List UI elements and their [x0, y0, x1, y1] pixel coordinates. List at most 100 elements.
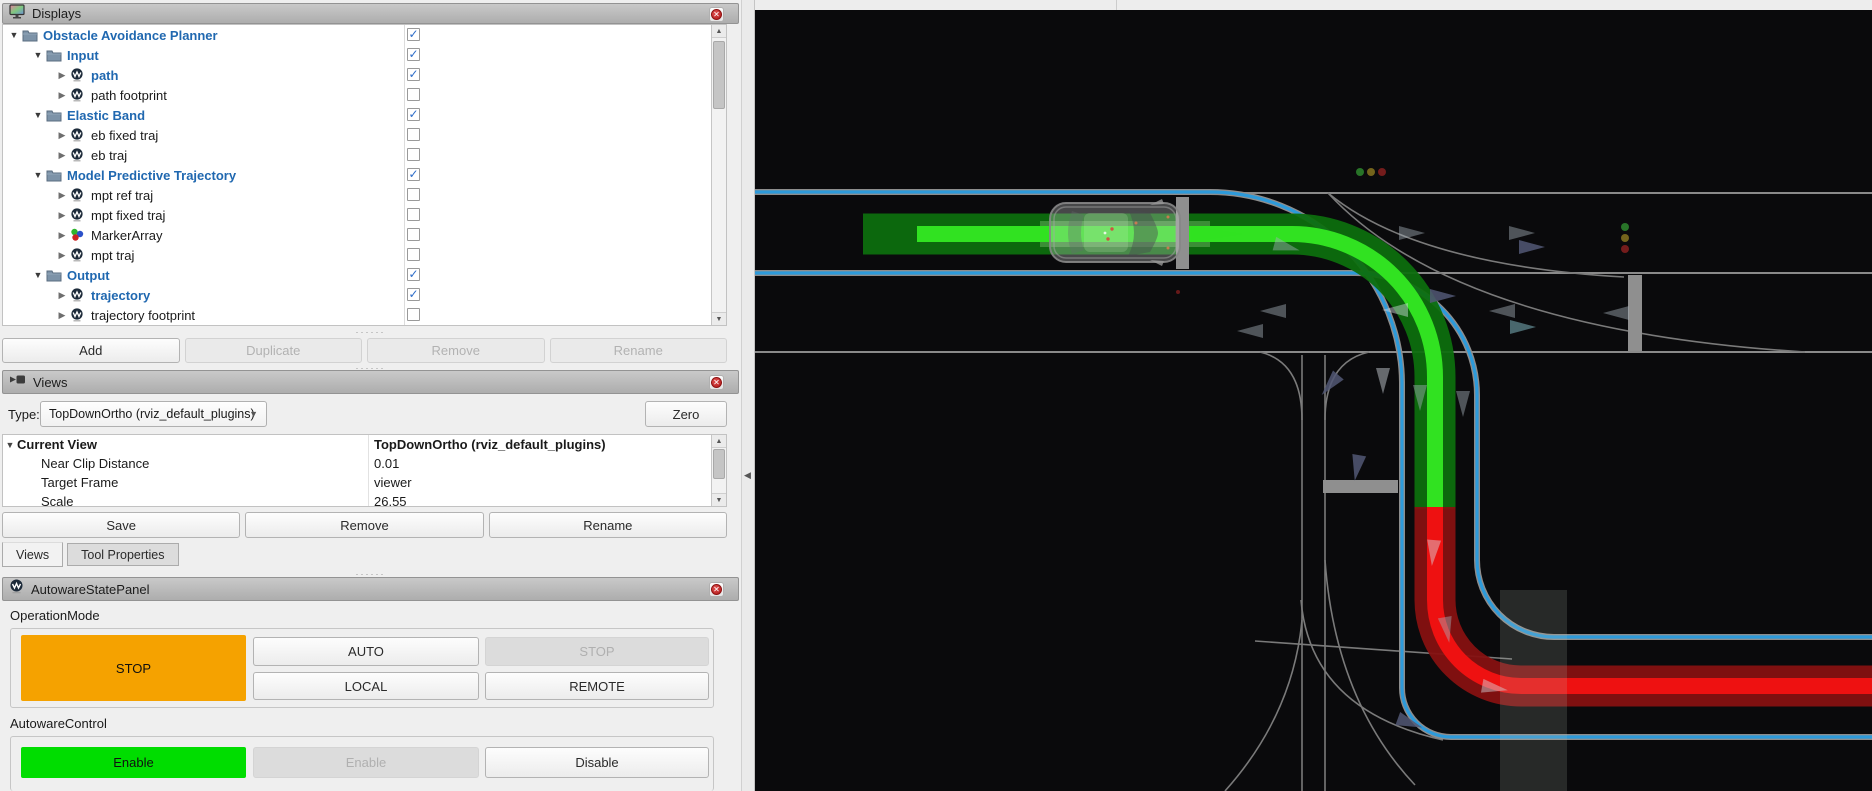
display-enabled-checkbox[interactable]: [407, 228, 420, 241]
property-row[interactable]: ▼Current ViewTopDownOrtho (rviz_default_…: [3, 435, 726, 454]
display-enabled-checkbox[interactable]: ✓: [407, 48, 420, 61]
property-value[interactable]: 0.01: [368, 456, 713, 471]
collapse-arrow-icon[interactable]: ▶: [56, 90, 68, 101]
views-panel-header[interactable]: Views ✕: [2, 370, 739, 394]
display-tree-row[interactable]: ▼Elastic Band✓: [3, 105, 726, 125]
display-enabled-checkbox[interactable]: [407, 248, 420, 261]
display-enabled-checkbox[interactable]: ✓: [407, 268, 420, 281]
property-row[interactable]: Near Clip Distance0.01: [3, 454, 726, 473]
views-table-scrollbar[interactable]: ▲ ▼: [711, 435, 726, 506]
tab-tool-properties[interactable]: Tool Properties: [67, 543, 178, 566]
property-value[interactable]: TopDownOrtho (rviz_default_plugins): [368, 437, 713, 452]
disable-button[interactable]: Disable: [485, 747, 709, 778]
property-row[interactable]: Scale26.55: [3, 492, 726, 507]
auto-button[interactable]: AUTO: [253, 637, 479, 666]
displays-rename-button[interactable]: Rename: [550, 338, 728, 363]
remote-button[interactable]: REMOTE: [485, 672, 709, 700]
zero-button[interactable]: Zero: [645, 401, 727, 427]
displays-tree-scrollbar[interactable]: ▲ ▼: [711, 25, 726, 325]
display-enabled-checkbox[interactable]: ✓: [407, 68, 420, 81]
views-close-button[interactable]: ✕: [709, 375, 724, 390]
folder-icon: [46, 48, 63, 62]
property-row[interactable]: Target Frameviewer: [3, 473, 726, 492]
expand-arrow-icon[interactable]: ▼: [3, 440, 17, 450]
display-enabled-checkbox[interactable]: ✓: [407, 288, 420, 301]
collapse-arrow-icon[interactable]: ▶: [56, 310, 68, 321]
displays-add-button[interactable]: Add: [2, 338, 180, 363]
scroll-up-icon[interactable]: ▲: [712, 25, 726, 38]
display-tree-row[interactable]: ▶eb traj: [3, 145, 726, 165]
panel-viewport-splitter[interactable]: ◀: [741, 0, 755, 791]
displays-duplicate-button[interactable]: Duplicate: [185, 338, 363, 363]
display-tree-row[interactable]: ▼ Obstacle Avoidance Planner ✓: [3, 25, 726, 45]
operation-mode-group: STOP AUTO STOP LOCAL REMOTE: [10, 628, 714, 708]
collapse-arrow-icon[interactable]: ▶: [56, 250, 68, 261]
display-tree-row[interactable]: ▶path footprint: [3, 85, 726, 105]
display-enabled-checkbox[interactable]: ✓: [407, 108, 420, 121]
green-light: [1356, 168, 1364, 176]
views-save-button[interactable]: Save: [2, 512, 240, 538]
collapse-arrow-icon[interactable]: ▶: [56, 70, 68, 81]
display-tree-row[interactable]: ▶trajectory footprint: [3, 305, 726, 325]
collapse-arrow-icon[interactable]: ▶: [56, 290, 68, 301]
scroll-down-icon[interactable]: ▼: [712, 493, 726, 506]
scrollbar-thumb[interactable]: [713, 41, 725, 109]
display-enabled-checkbox[interactable]: [407, 188, 420, 201]
expand-arrow-icon[interactable]: ▼: [8, 30, 20, 40]
property-value[interactable]: viewer: [368, 475, 713, 490]
autoware-state-panel-header[interactable]: AutowareStatePanel ✕: [2, 577, 739, 601]
local-button[interactable]: LOCAL: [253, 672, 479, 700]
display-tree-row[interactable]: ▼Model Predictive Trajectory✓: [3, 165, 726, 185]
collapse-arrow-icon[interactable]: ▶: [56, 150, 68, 161]
folder-icon: [46, 168, 63, 182]
display-tree-row[interactable]: ▶path✓: [3, 65, 726, 85]
ego-vehicle: [1050, 199, 1180, 266]
enable-button[interactable]: Enable: [253, 747, 479, 778]
display-tree-row[interactable]: ▶mpt fixed traj: [3, 205, 726, 225]
display-name: Obstacle Avoidance Planner: [43, 28, 218, 43]
display-enabled-checkbox[interactable]: [407, 208, 420, 221]
scroll-down-icon[interactable]: ▼: [712, 312, 726, 325]
display-tree-row[interactable]: ▶trajectory✓: [3, 285, 726, 305]
expand-arrow-icon[interactable]: ▼: [32, 270, 44, 280]
property-value[interactable]: 26.55: [368, 494, 713, 507]
property-name: Target Frame: [3, 475, 368, 490]
display-tree-row[interactable]: ▶MarkerArray: [3, 225, 726, 245]
display-tree-row[interactable]: ▶eb fixed traj: [3, 125, 726, 145]
display-enabled-checkbox[interactable]: ✓: [407, 28, 420, 41]
collapse-arrow-icon[interactable]: ▶: [56, 210, 68, 221]
current-view-properties[interactable]: ▼Current ViewTopDownOrtho (rviz_default_…: [2, 434, 727, 507]
display-enabled-checkbox[interactable]: [407, 148, 420, 161]
display-tree-row[interactable]: ▶mpt traj: [3, 245, 726, 265]
autoware-close-button[interactable]: ✕: [709, 582, 724, 597]
collapse-arrow-icon[interactable]: ▶: [56, 190, 68, 201]
display-tree-row[interactable]: ▼Output✓: [3, 265, 726, 285]
displays-panel-header[interactable]: Displays ✕: [2, 3, 739, 24]
displays-remove-button[interactable]: Remove: [367, 338, 545, 363]
close-icon: ✕: [711, 377, 722, 388]
views-rename-button[interactable]: Rename: [489, 512, 727, 538]
collapse-arrow-icon[interactable]: ▶: [56, 230, 68, 241]
displays-tree[interactable]: ▼Obstacle Avoidance Planner✓▼Input✓▶path…: [2, 24, 727, 326]
3d-viewport[interactable]: [755, 0, 1872, 791]
folder-icon: [46, 268, 63, 282]
display-enabled-checkbox[interactable]: [407, 128, 420, 141]
displays-close-button[interactable]: ✕: [709, 7, 724, 22]
scroll-up-icon[interactable]: ▲: [712, 435, 726, 448]
expand-arrow-icon[interactable]: ▼: [32, 50, 44, 60]
display-tree-row[interactable]: ▼ Input ✓: [3, 45, 726, 65]
scrollbar-thumb[interactable]: [713, 449, 725, 479]
display-tree-row[interactable]: ▶mpt ref traj: [3, 185, 726, 205]
expand-arrow-icon[interactable]: ▼: [32, 110, 44, 120]
view-type-combobox[interactable]: TopDownOrtho (rviz_default_plugins) ▼: [40, 401, 267, 427]
display-name: Input: [67, 48, 99, 63]
display-enabled-checkbox[interactable]: [407, 88, 420, 101]
display-enabled-checkbox[interactable]: ✓: [407, 168, 420, 181]
views-remove-button[interactable]: Remove: [245, 512, 483, 538]
stop-button[interactable]: STOP: [485, 637, 709, 666]
expand-arrow-icon[interactable]: ▼: [32, 170, 44, 180]
tab-views[interactable]: Views: [2, 542, 63, 567]
collapse-arrow-icon[interactable]: ▶: [56, 130, 68, 141]
display-enabled-checkbox[interactable]: [407, 308, 420, 321]
splitter-handle[interactable]: ······: [0, 328, 741, 336]
